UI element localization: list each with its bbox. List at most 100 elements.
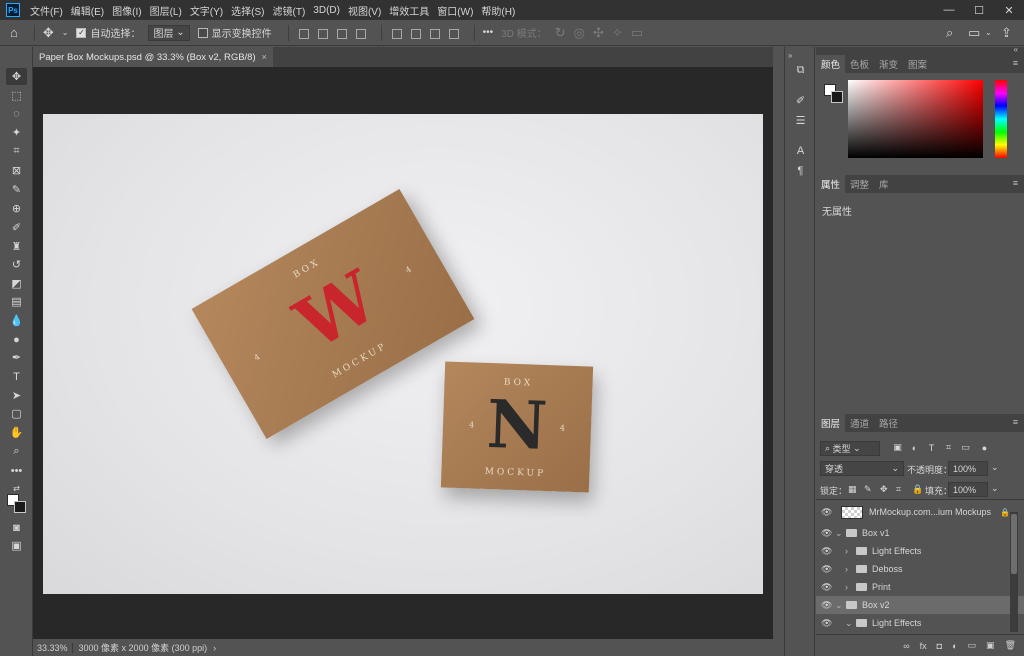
search-icon[interactable]: ⌕: [946, 25, 953, 41]
layers-scrollbar-thumb[interactable]: [1011, 514, 1017, 574]
menu-image[interactable]: 图像(I): [108, 3, 145, 18]
blend-mode-dropdown[interactable]: 穿透 ⌄: [820, 461, 904, 476]
chevron-down-icon[interactable]: ⌄: [62, 28, 69, 37]
move-tool-icon[interactable]: ✥: [6, 68, 27, 85]
lasso-tool-icon[interactable]: ◌: [6, 105, 27, 122]
tab-adjustments[interactable]: 调整: [845, 175, 874, 193]
workspace-icon[interactable]: ▭: [968, 25, 980, 41]
distribute-top-icon[interactable]: [390, 27, 402, 39]
gradient-tool-icon[interactable]: ▤: [6, 293, 27, 310]
menu-select[interactable]: 选择(S): [227, 3, 268, 18]
menu-3d[interactable]: 3D(D): [309, 5, 344, 16]
eye-icon[interactable]: 👁: [821, 600, 835, 611]
healing-brush-tool-icon[interactable]: ⊕: [6, 200, 27, 217]
dodge-tool-icon[interactable]: ●: [6, 331, 27, 348]
minimize-button[interactable]: —: [934, 0, 964, 20]
tab-patterns[interactable]: 图案: [903, 55, 932, 73]
distribute-left-icon[interactable]: [447, 27, 459, 39]
screen-mode-icon[interactable]: ▣: [6, 537, 27, 554]
eyedropper-tool-icon[interactable]: ✎: [6, 181, 27, 198]
collapse-arrows-icon[interactable]: «: [1014, 45, 1018, 54]
brush-settings-icon[interactable]: ✐: [793, 93, 808, 108]
tab-gradients[interactable]: 渐变: [874, 55, 903, 73]
eye-icon[interactable]: 👁: [821, 546, 835, 557]
layer-filter-kind-dropdown[interactable]: ⌕ 类型 ⌄: [820, 441, 880, 456]
distribute-bottom-icon[interactable]: [428, 27, 440, 39]
history-brush-tool-icon[interactable]: ↺: [6, 256, 27, 273]
chevron-down-icon[interactable]: ⌄: [991, 462, 999, 473]
panel-menu-icon[interactable]: ≡: [1013, 58, 1018, 68]
fill-field[interactable]: 100%: [948, 482, 988, 497]
type-tool-icon[interactable]: T: [6, 368, 27, 385]
lock-all-icon[interactable]: 🔒: [912, 484, 923, 495]
delete-layer-icon[interactable]: 🗑: [1005, 640, 1016, 651]
adjustments-icon[interactable]: ☰: [793, 113, 808, 128]
eye-icon[interactable]: 👁: [821, 528, 835, 539]
new-layer-icon[interactable]: ▣: [986, 640, 995, 651]
marquee-tool-icon[interactable]: ⬚: [6, 87, 27, 104]
share-icon[interactable]: ⇪: [1001, 25, 1012, 41]
background-color-swatch[interactable]: [14, 501, 26, 513]
eraser-tool-icon[interactable]: ◩: [6, 275, 27, 292]
tab-properties[interactable]: 属性: [816, 175, 846, 193]
lock-position-icon[interactable]: ✥: [880, 484, 888, 495]
menu-edit[interactable]: 编辑(E): [67, 3, 108, 18]
adjustment-layer-icon[interactable]: ◐: [952, 641, 957, 651]
layer-row[interactable]: 👁 MrMockup.com...ium Mockups 🔒: [816, 503, 1024, 521]
menu-type[interactable]: 文字(Y): [186, 3, 227, 18]
show-transform-checkbox[interactable]: [197, 27, 208, 38]
menu-help[interactable]: 帮助(H): [477, 3, 519, 18]
close-tab-icon[interactable]: ×: [262, 52, 267, 62]
chevron-down-icon[interactable]: ⌄: [835, 600, 843, 611]
align-vcenter-icon[interactable]: [316, 27, 328, 39]
collapse-arrows-icon[interactable]: »: [788, 51, 792, 60]
align-bottom-icon[interactable]: [335, 27, 347, 39]
chevron-right-icon[interactable]: ›: [845, 546, 853, 556]
opacity-field[interactable]: 100%: [948, 461, 988, 476]
chevron-down-icon[interactable]: ⌄: [835, 528, 843, 539]
document-tab[interactable]: Paper Box Mockups.psd @ 33.3% (Box v2, R…: [33, 47, 273, 67]
chevron-down-icon[interactable]: ⌄: [845, 618, 853, 629]
edit-toolbar-icon[interactable]: •••: [6, 462, 27, 479]
eye-icon[interactable]: 👁: [821, 618, 835, 629]
zoom-level-field[interactable]: 33.33%: [33, 642, 73, 653]
history-panel-icon[interactable]: ⧉: [793, 63, 808, 78]
layer-row[interactable]: 👁 › Print: [816, 578, 1024, 596]
panel-menu-icon[interactable]: ≡: [1013, 417, 1018, 427]
tab-color[interactable]: 颜色: [816, 55, 846, 73]
frame-tool-icon[interactable]: ⊠: [6, 162, 27, 179]
filter-type-icon[interactable]: T: [926, 442, 937, 453]
close-button[interactable]: ✕: [994, 0, 1024, 20]
crop-tool-icon[interactable]: ⌗: [6, 143, 27, 160]
panel-menu-icon[interactable]: ≡: [1013, 178, 1018, 188]
tab-swatches[interactable]: 色板: [845, 55, 874, 73]
layer-row-selected[interactable]: 👁 ⌄ Box v2: [816, 596, 1024, 614]
lock-image-icon[interactable]: ✎: [864, 484, 872, 495]
chevron-down-icon[interactable]: ⌄: [985, 28, 992, 37]
menu-plugins[interactable]: 增效工具: [385, 3, 433, 18]
align-left-icon[interactable]: [354, 27, 366, 39]
lock-artboard-icon[interactable]: ⌗: [896, 484, 901, 495]
more-options-button[interactable]: •••: [483, 27, 494, 38]
background-color-swatch[interactable]: [831, 91, 843, 103]
layer-row[interactable]: 👁 › Deboss: [816, 560, 1024, 578]
home-icon[interactable]: ⌂: [10, 25, 18, 40]
hand-tool-icon[interactable]: ✋: [6, 424, 27, 441]
filter-smart-object-icon[interactable]: ▭: [960, 442, 971, 453]
menu-window[interactable]: 窗口(W): [433, 3, 477, 18]
path-selection-tool-icon[interactable]: ➤: [6, 387, 27, 404]
menu-file[interactable]: 文件(F): [26, 3, 67, 18]
filter-pixel-icon[interactable]: ▣: [892, 442, 903, 453]
lock-transparent-icon[interactable]: ▦: [848, 484, 857, 495]
tab-layers[interactable]: 图层: [816, 414, 846, 432]
stamp-tool-icon[interactable]: ♜: [6, 238, 27, 255]
blur-tool-icon[interactable]: 💧: [6, 312, 27, 329]
filter-adjustment-icon[interactable]: ◐: [909, 442, 920, 453]
shape-tool-icon[interactable]: ▢: [6, 405, 27, 422]
tab-paths[interactable]: 路径: [874, 414, 903, 432]
align-top-icon[interactable]: [297, 27, 309, 39]
character-panel-icon[interactable]: A: [793, 143, 808, 158]
layer-row[interactable]: 👁 ⌄ Box v1: [816, 524, 1024, 542]
pen-tool-icon[interactable]: ✒: [6, 349, 27, 366]
new-group-icon[interactable]: ▭: [968, 640, 977, 651]
